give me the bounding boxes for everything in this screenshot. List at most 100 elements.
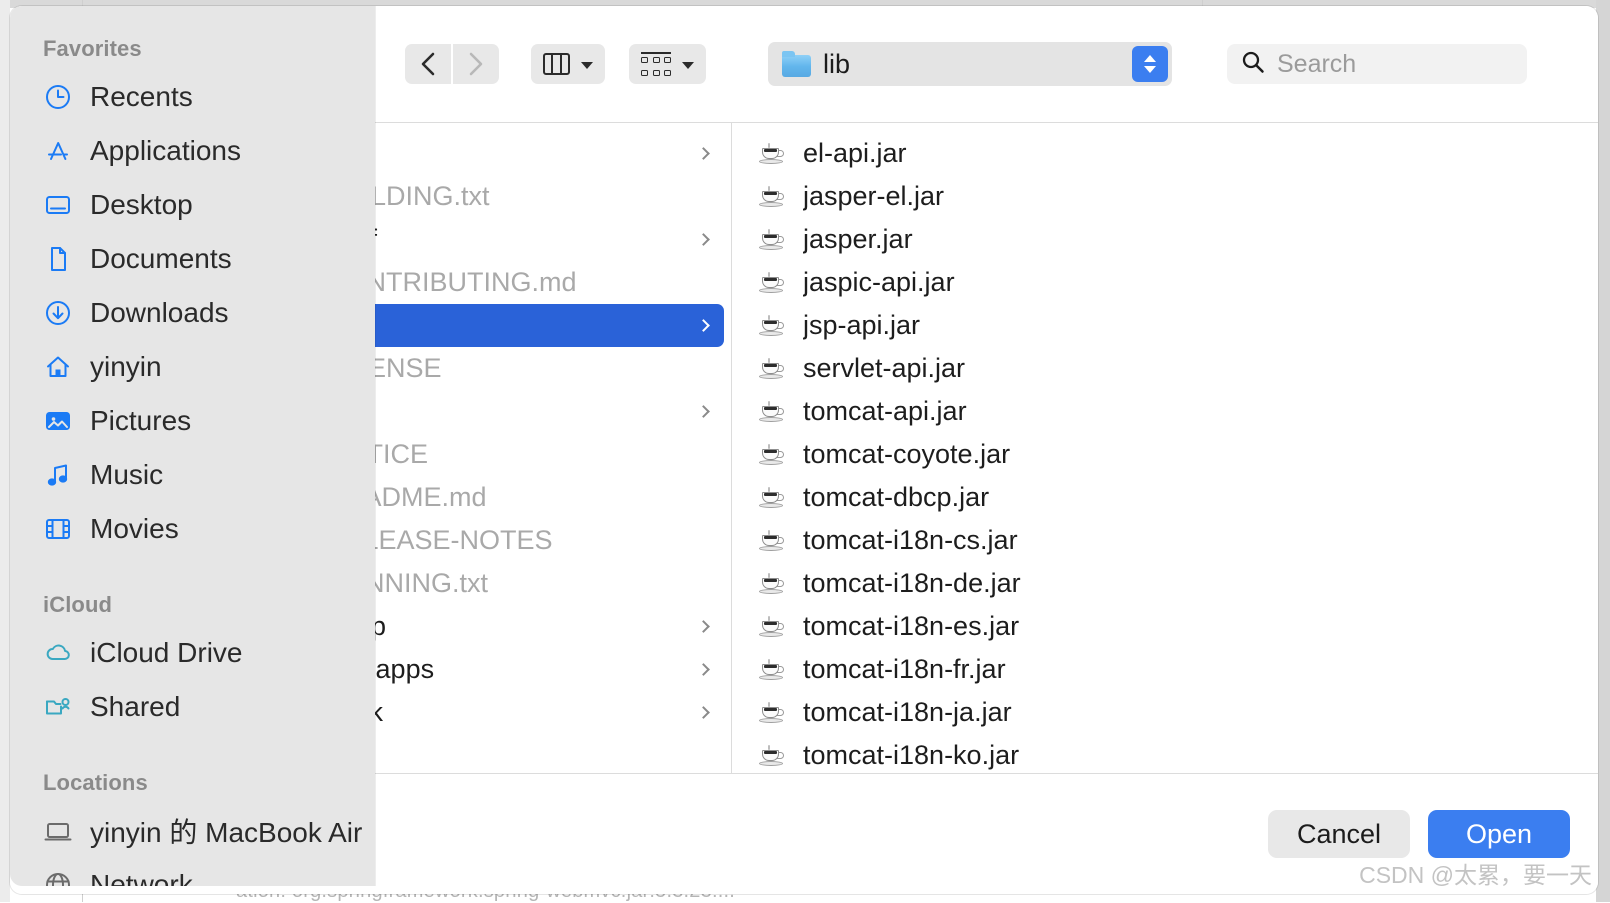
- cancel-button[interactable]: Cancel: [1268, 810, 1410, 858]
- sidebar-item-label: Recents: [90, 81, 193, 112]
- path-popup-button[interactable]: lib: [768, 42, 1172, 86]
- disclosure-chevron-icon: [697, 405, 710, 418]
- sidebar-item-label: Pictures: [90, 405, 192, 436]
- chevron-left-icon: [420, 51, 436, 77]
- file-row-label: lib: [326, 310, 683, 341]
- file-row[interactable]: tomcat-i18n-de.jar: [739, 562, 1591, 605]
- disclosure-chevron-icon: [697, 706, 710, 719]
- sidebar-item-label: yinyin: [90, 351, 162, 382]
- view-group-button[interactable]: [629, 44, 706, 84]
- appstore-icon: [43, 136, 73, 166]
- sidebar-item-documents[interactable]: Documents: [10, 232, 375, 286]
- java-jar-icon: [757, 569, 787, 599]
- file-row[interactable]: jaspic-api.jar: [739, 261, 1591, 304]
- chevron-down-icon: [682, 61, 694, 69]
- file-row[interactable]: jasper.jar: [739, 218, 1591, 261]
- file-row-label: CONTRIBUTING.md: [326, 267, 577, 297]
- file-row-label: el-api.jar: [803, 138, 907, 168]
- file-row-label: jsp-api.jar: [803, 310, 921, 340]
- home-icon: [43, 352, 73, 382]
- sidebar-item-desktop[interactable]: Desktop: [10, 178, 375, 232]
- sidebar-section-header-locations: Locations: [43, 770, 148, 795]
- file-row[interactable]: tomcat-i18n-ja.jar: [739, 691, 1591, 734]
- folder-icon: [782, 50, 811, 78]
- search-icon: [1241, 50, 1265, 79]
- sidebar-item-recents[interactable]: Recents: [10, 70, 375, 124]
- file-row[interactable]: tomcat-i18n-es.jar: [739, 605, 1591, 648]
- file-row-label: tomcat-dbcp.jar: [803, 482, 990, 512]
- sidebar-item-network[interactable]: Network: [10, 858, 375, 886]
- sidebar-item-music[interactable]: Music: [10, 448, 375, 502]
- file-row-label: jasper.jar: [803, 224, 913, 254]
- watermark: CSDN @太累，要一天: [1359, 862, 1592, 888]
- search-field[interactable]: [1227, 44, 1527, 84]
- sidebar-item-icloud-drive[interactable]: iCloud Drive: [10, 626, 375, 680]
- java-jar-icon: [757, 225, 787, 255]
- sidebar-item-label: Applications: [90, 135, 241, 166]
- background-left-edge: [0, 0, 10, 902]
- disclosure-chevron-icon: [697, 620, 710, 633]
- sidebar-item-label: Movies: [90, 513, 179, 544]
- file-row-label: conf: [326, 224, 683, 255]
- sidebar-item-label: Desktop: [90, 189, 193, 220]
- download-icon: [43, 298, 73, 328]
- file-row-label: tomcat-i18n-ko.jar: [803, 740, 1020, 770]
- pictures-icon: [43, 406, 73, 436]
- preview-column[interactable]: el-api.jar jasper-el.jar jasper.jar jaspic-…: [732, 123, 1598, 773]
- sidebar-item-label: Shared: [90, 691, 181, 722]
- java-jar-icon: [757, 483, 787, 513]
- sidebar-item-label: Documents: [90, 243, 232, 274]
- file-row[interactable]: tomcat-i18n-cs.jar: [739, 519, 1591, 562]
- clock-icon: [43, 82, 73, 112]
- forward-button[interactable]: [453, 44, 499, 84]
- sidebar-item-shared[interactable]: Shared: [10, 680, 375, 734]
- background-right-edge: [1596, 0, 1610, 902]
- file-row[interactable]: tomcat-coyote.jar: [739, 433, 1591, 476]
- sidebar-item-label: iCloud Drive: [90, 637, 243, 668]
- sidebar-item-yinyin-macbook-air[interactable]: yinyin 的 MacBook Air: [10, 804, 375, 858]
- back-button[interactable]: [405, 44, 451, 84]
- file-row[interactable]: tomcat-i18n-ko.jar: [739, 734, 1591, 773]
- java-jar-icon: [757, 311, 787, 341]
- disclosure-chevron-icon: [697, 147, 710, 160]
- desktop-icon: [43, 190, 73, 220]
- file-row-label: README.md: [326, 482, 487, 512]
- cloud-icon: [43, 638, 73, 668]
- open-button[interactable]: Open: [1428, 810, 1570, 858]
- file-row-label: NOTICE: [326, 439, 429, 469]
- java-jar-icon: [757, 440, 787, 470]
- file-row-label: logs: [326, 396, 683, 427]
- file-row-label: tomcat-i18n-cs.jar: [803, 525, 1018, 555]
- sidebar-item-applications[interactable]: Applications: [10, 124, 375, 178]
- sidebar-section-header-icloud: iCloud: [43, 592, 113, 617]
- file-row[interactable]: servlet-api.jar: [739, 347, 1591, 390]
- file-row[interactable]: jsp-api.jar: [739, 304, 1591, 347]
- file-row-label: LICENSE: [326, 353, 442, 383]
- file-row[interactable]: tomcat-i18n-fr.jar: [739, 648, 1591, 691]
- disclosure-chevron-icon: [697, 319, 710, 332]
- java-jar-icon: [757, 698, 787, 728]
- java-jar-icon: [757, 268, 787, 298]
- file-row[interactable]: tomcat-dbcp.jar: [739, 476, 1591, 519]
- file-row-label: tomcat-i18n-fr.jar: [803, 654, 1006, 684]
- file-row[interactable]: tomcat-api.jar: [739, 390, 1591, 433]
- file-row[interactable]: jasper-el.jar: [739, 175, 1591, 218]
- file-row[interactable]: el-api.jar: [739, 132, 1591, 175]
- sidebar-item-downloads[interactable]: Downloads: [10, 286, 375, 340]
- file-row-label: tomcat-i18n-es.jar: [803, 611, 1020, 641]
- laptop-icon: [43, 816, 73, 846]
- java-jar-icon: [757, 655, 787, 685]
- up-down-stepper-icon[interactable]: [1132, 46, 1168, 82]
- chevron-right-icon: [468, 51, 484, 77]
- sidebar-item-label: Music: [90, 459, 164, 490]
- sidebar-item-label: Downloads: [90, 297, 229, 328]
- java-jar-icon: [757, 526, 787, 556]
- sidebar-item-yinyin[interactable]: yinyin: [10, 340, 375, 394]
- search-input[interactable]: [1277, 49, 1513, 79]
- navigation-buttons: [405, 44, 499, 84]
- sidebar-item-movies[interactable]: Movies: [10, 502, 375, 556]
- sidebar-item-pictures[interactable]: Pictures: [10, 394, 375, 448]
- globe-icon: [43, 870, 73, 886]
- column-view-icon: [543, 53, 570, 75]
- view-mode-column-button[interactable]: [531, 44, 605, 84]
